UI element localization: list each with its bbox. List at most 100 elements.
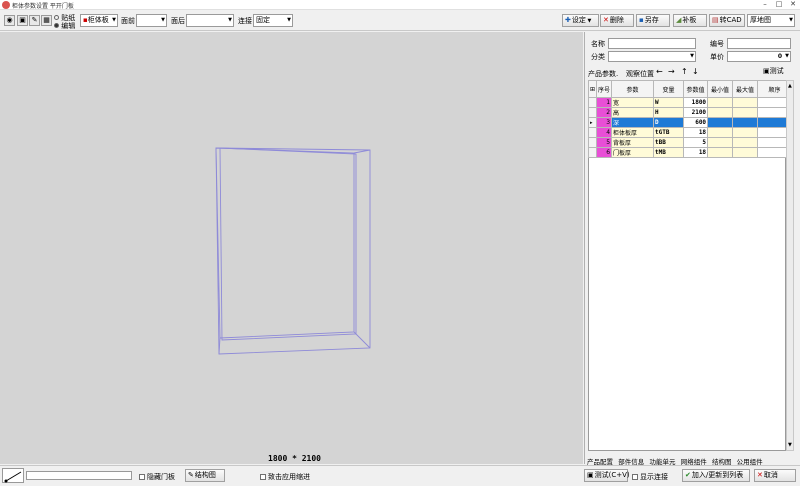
name-input[interactable] — [608, 38, 696, 49]
cell-index[interactable]: 6 — [596, 147, 613, 158]
cell-value[interactable]: 5 — [683, 137, 709, 148]
cell-param[interactable]: 背板厚 — [611, 137, 655, 148]
table-row[interactable]: 5 背板厚 tBB 5 — [587, 137, 793, 148]
minimize-button[interactable]: – — [758, 0, 772, 9]
3d-viewport[interactable]: 1800 * 2100 — [0, 32, 583, 464]
cell-min[interactable] — [707, 147, 734, 158]
cell-index[interactable]: 5 — [596, 137, 613, 148]
arrow-up-icon[interactable]: ↑ — [681, 67, 688, 76]
connect-select[interactable]: 固定 ▼ — [253, 14, 293, 27]
scroll-down-icon[interactable]: ▼ — [788, 442, 792, 448]
view-icon[interactable]: ▣ — [17, 15, 28, 26]
texture-icon[interactable]: ▦ — [41, 15, 52, 26]
cell-param[interactable]: 宽 — [611, 97, 655, 108]
cell-value[interactable]: 18 — [683, 127, 709, 138]
radio-edit-label: 编辑 — [61, 22, 76, 30]
arrow-right-icon[interactable]: → — [668, 67, 675, 76]
arrow-left-icon[interactable]: ← — [656, 67, 663, 76]
cell-min[interactable] — [707, 137, 734, 148]
cell-value[interactable]: 600 — [683, 117, 709, 128]
cell-min[interactable] — [707, 97, 734, 108]
pencil-icon[interactable]: ✎ — [29, 15, 40, 26]
add-update-button[interactable]: ✔加入/更新到列表 — [682, 469, 750, 482]
cell-index[interactable]: 3 — [596, 117, 613, 128]
cell-variable[interactable]: D — [653, 117, 685, 128]
apply-shrink-checkbox[interactable]: 致击应用缩进 — [260, 472, 310, 482]
table-row[interactable]: 4 柜体板厚 tGTB 18 — [587, 127, 793, 138]
title-bar: 柜体参数设置 平开门板 – □ ✕ — [0, 0, 800, 10]
board-select[interactable]: ▪柜体板 ▼ — [80, 14, 118, 27]
grid-scrollbar[interactable]: ▲ ▼ — [786, 80, 794, 451]
test-cv-button[interactable]: ▣测试(C+V) — [584, 469, 630, 482]
structure-chart-button[interactable]: ✎结构图 — [185, 469, 225, 482]
cell-min[interactable] — [707, 107, 734, 118]
radio-edit[interactable]: 编辑 — [54, 21, 75, 31]
check-icon: ✔ — [685, 471, 691, 479]
cell-index[interactable]: 4 — [596, 127, 613, 138]
back-label: 面后 — [171, 17, 185, 25]
col-header-variable: 变量 — [653, 80, 685, 98]
front-select[interactable]: ▼ — [136, 14, 167, 27]
cell-variable[interactable]: tBB — [653, 137, 685, 148]
to-cad-button[interactable]: ▤转CAD — [709, 14, 745, 27]
progress-bar — [26, 471, 132, 480]
scroll-up-icon[interactable]: ▲ — [788, 83, 792, 89]
cell-value[interactable]: 2100 — [683, 107, 709, 118]
window-title: 柜体参数设置 平开门板 — [12, 3, 74, 10]
cell-max[interactable] — [732, 127, 759, 138]
show-connect-checkbox[interactable]: 显示连接 — [632, 472, 668, 482]
app-icon — [2, 1, 10, 9]
unit-price-input[interactable]: 0 ▼ — [727, 51, 791, 62]
cell-max[interactable] — [732, 117, 759, 128]
row-marker — [587, 127, 598, 138]
col-header-min: 最小值 — [707, 80, 734, 98]
close-window-button[interactable]: ✕ — [786, 0, 800, 9]
arrow-down-icon[interactable]: ↓ — [692, 67, 699, 76]
table-row[interactable]: 1 宽 W 1800 — [587, 97, 793, 108]
cell-param[interactable]: 柜体板厚 — [611, 127, 655, 138]
hide-door-checkbox[interactable]: 隐藏门板 — [139, 472, 175, 482]
cell-variable[interactable]: W — [653, 97, 685, 108]
view-mode-select[interactable]: 厚地图 ▼ — [747, 14, 795, 27]
name-label: 名称 — [591, 40, 605, 48]
code-input[interactable] — [727, 38, 791, 49]
cell-param[interactable]: 深 — [611, 117, 655, 128]
cell-max[interactable] — [732, 137, 759, 148]
grid-corner: ⊞ — [587, 80, 598, 98]
maximize-button[interactable]: □ — [772, 0, 786, 9]
cell-variable[interactable]: H — [653, 107, 685, 118]
cell-max[interactable] — [732, 107, 759, 118]
cell-min[interactable] — [707, 117, 734, 128]
cell-variable[interactable]: tGTB — [653, 127, 685, 138]
cancel-button[interactable]: ✕取消 — [754, 469, 796, 482]
table-row[interactable]: 2 高 H 2100 — [587, 107, 793, 118]
cell-value[interactable]: 18 — [683, 147, 709, 158]
cell-index[interactable]: 1 — [596, 97, 613, 108]
back-select[interactable]: ▼ — [186, 14, 234, 27]
cell-param[interactable]: 高 — [611, 107, 655, 118]
col-header-value: 参数值 — [683, 80, 709, 98]
cell-value[interactable]: 1800 — [683, 97, 709, 108]
delete-button[interactable]: ✕删除 — [600, 14, 634, 27]
table-row[interactable]: ▸ 3 深 D 600 — [587, 117, 793, 128]
table-row[interactable]: 6 门板厚 tMB 18 — [587, 147, 793, 158]
row-marker — [587, 147, 598, 158]
test-link[interactable]: ▣测试 — [763, 66, 784, 76]
category-select[interactable]: ▼ — [608, 51, 696, 62]
cell-min[interactable] — [707, 127, 734, 138]
save-icon: ▪ — [639, 16, 644, 24]
status-bar: 隐藏门板 ✎结构图 致击应用缩进 ▣测试(C+V) 显示连接 ✔加入/更新到列表… — [0, 465, 800, 485]
save-as-button[interactable]: ▪另存 — [636, 14, 670, 27]
cell-max[interactable] — [732, 147, 759, 158]
row-marker — [587, 107, 598, 118]
camera-icon[interactable]: ◉ — [4, 15, 15, 26]
cell-variable[interactable]: tMB — [653, 147, 685, 158]
cell-index[interactable]: 2 — [596, 107, 613, 118]
cell-param[interactable]: 门板厚 — [611, 147, 655, 158]
patch-board-button[interactable]: ◢补板 — [673, 14, 707, 27]
settings-button[interactable]: ✚设定 ▼ — [562, 14, 599, 27]
cell-max[interactable] — [732, 97, 759, 108]
observe-label: 观察位置 — [626, 70, 654, 78]
axis-icon — [2, 468, 24, 483]
col-header-param: 参数 — [611, 80, 655, 98]
